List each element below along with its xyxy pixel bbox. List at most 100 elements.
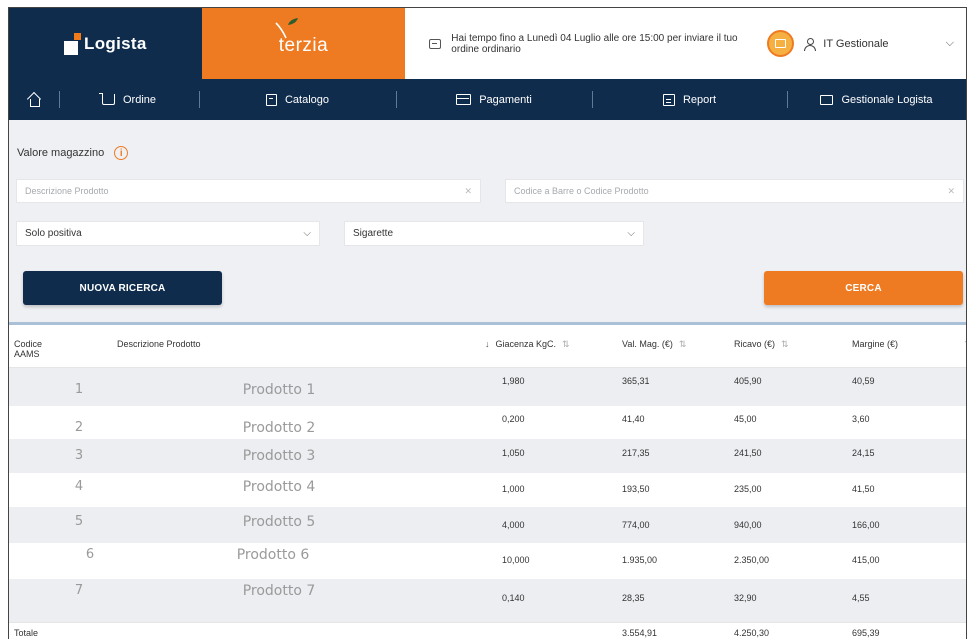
row-margine: 24,15: [852, 448, 875, 458]
header-ricavo[interactable]: Ricavo (€) ⇅: [734, 339, 789, 349]
row-ricavo: 940,00: [734, 520, 762, 530]
nav-catalogo[interactable]: Catalogo: [199, 79, 396, 120]
logista-logo[interactable]: Logista: [9, 8, 202, 79]
page-title-row: Valore magazzino i: [17, 146, 129, 160]
top-bar: Logista terzia Hai tempo fino a Lunedì 0…: [9, 8, 966, 79]
row-margine: 4,55: [852, 593, 870, 603]
row-code: 2: [74, 420, 84, 435]
nav-pagamenti[interactable]: Pagamenti: [396, 79, 592, 120]
row-description: Prodotto 1: [242, 382, 316, 398]
logista-mark-icon: [64, 32, 82, 55]
row-giacenza: 4,000: [502, 520, 525, 530]
table-row[interactable]: 2 Prodotto 2 0,200 41,40 45,00 3,60: [9, 406, 966, 439]
monitor-icon: [820, 94, 834, 105]
total-margine: 695,39: [852, 628, 880, 638]
row-code: 4: [74, 479, 84, 494]
user-icon: [804, 37, 817, 51]
table-row[interactable]: 3 Prodotto 3 1,050 217,35 241,50 24,15: [9, 439, 966, 473]
row-description: Prodotto 6: [236, 547, 310, 563]
nav-gestionale-logista[interactable]: Gestionale Logista: [787, 79, 966, 120]
nav-report[interactable]: Report: [592, 79, 787, 120]
header-valore[interactable]: Val. Mag. (€) ⇅: [622, 339, 686, 349]
table-row[interactable]: 4 Prodotto 4 1,000 193,50 235,00 41,50: [9, 473, 966, 507]
row-description: Prodotto 7: [242, 583, 316, 599]
row-ricavo: 2.350,00: [734, 555, 770, 565]
header-description[interactable]: Descrizione Prodotto: [117, 339, 201, 349]
cart-icon: [98, 93, 115, 105]
header-giacenza[interactable]: ↓ Giacenza KgC. ⇅: [485, 339, 570, 349]
row-margine: 41,50: [852, 484, 875, 494]
nav-catalogo-label: Catalogo: [284, 93, 330, 106]
row-ricavo: 32,90: [734, 593, 757, 603]
chevron-down-icon: ⌵: [303, 228, 311, 239]
row-giacenza: 1,000: [502, 484, 525, 494]
main-content: Valore magazzino i Descrizione Prodotto …: [9, 120, 966, 639]
table-row[interactable]: 1 Prodotto 1 1,980 365,31 405,90 40,59: [9, 368, 966, 406]
row-margine: 166,00: [852, 520, 880, 530]
row-margine: 3,60: [852, 414, 870, 424]
header-code[interactable]: Codice AAMS: [14, 339, 54, 359]
clear-icon[interactable]: ✕: [947, 186, 955, 197]
category-select[interactable]: Sigarette ⌵: [344, 221, 644, 246]
stock-filter-select[interactable]: Solo positiva ⌵: [16, 221, 320, 246]
order-notice-text: Hai tempo fino a Lunedì 04 Luglio alle o…: [451, 32, 738, 55]
row-code: 7: [74, 583, 84, 598]
sort-icon: ⇅: [781, 339, 789, 349]
row-description: Prodotto 4: [242, 479, 316, 495]
page-title: Valore magazzino: [17, 147, 105, 159]
header-valore-label: Val. Mag. (€): [622, 339, 673, 349]
category-value: Sigarette: [353, 228, 394, 239]
barcode-search-input[interactable]: Codice a Barre o Codice Prodotto ✕: [505, 179, 964, 203]
row-giacenza: 0,200: [502, 414, 525, 424]
table-row[interactable]: 7 Prodotto 7 0,140 28,35 32,90 4,55: [9, 579, 966, 622]
header-margine[interactable]: Margine (€) ⇅: [852, 339, 966, 349]
table-row[interactable]: 5 Prodotto 5 4,000 774,00 940,00 166,00: [9, 507, 966, 543]
row-valore: 1.935,00: [622, 555, 658, 565]
row-description: Prodotto 5: [242, 514, 316, 530]
nav-report-label: Report: [682, 93, 717, 106]
row-code: 1: [74, 382, 84, 397]
description-search-input[interactable]: Descrizione Prodotto ✕: [16, 179, 481, 203]
description-placeholder: Descrizione Prodotto: [25, 186, 109, 196]
report-icon: [662, 93, 675, 106]
user-menu[interactable]: IT Gestionale ⌵: [794, 8, 966, 79]
main-nav: Ordine Catalogo Pagamenti Report Gestion…: [9, 79, 966, 120]
clear-icon[interactable]: ✕: [464, 186, 472, 197]
nav-ordine[interactable]: Ordine: [59, 79, 199, 120]
sort-icon: ⇅: [562, 339, 570, 349]
stock-filter-value: Solo positiva: [25, 228, 82, 239]
catalog-icon: [265, 93, 277, 106]
sort-icon: ⇅: [964, 339, 966, 349]
total-ricavo: 4.250,30: [734, 628, 770, 638]
leaf-icon: [275, 18, 298, 39]
row-code: 5: [74, 514, 84, 529]
row-valore: 41,40: [622, 414, 645, 424]
info-icon[interactable]: i: [114, 146, 129, 160]
mail-badge-icon[interactable]: [767, 30, 795, 57]
nav-pagamenti-label: Pagamenti: [479, 93, 532, 106]
order-notice: Hai tempo fino a Lunedì 04 Luglio alle o…: [405, 8, 795, 79]
row-giacenza: 0,140: [502, 593, 525, 603]
header-ricavo-label: Ricavo (€): [734, 339, 776, 349]
stock-table: Codice AAMS Descrizione Prodotto ↓ Giacen…: [9, 325, 966, 639]
table-header: Codice AAMS Descrizione Prodotto ↓ Giacen…: [9, 325, 966, 368]
row-ricavo: 405,90: [734, 376, 762, 386]
header-giacenza-label: Giacenza KgC.: [495, 339, 557, 349]
row-giacenza: 10,000: [502, 555, 530, 565]
total-valore: 3.554,91: [622, 628, 658, 638]
row-ricavo: 241,50: [734, 448, 762, 458]
row-giacenza: 1,050: [502, 448, 525, 458]
row-code: 6: [85, 547, 95, 562]
nav-home[interactable]: [9, 79, 59, 120]
sort-arrow-icon: ↓: [485, 339, 490, 349]
terzia-logo[interactable]: terzia: [201, 8, 406, 79]
row-valore: 28,35: [622, 593, 645, 603]
nav-ordine-label: Ordine: [122, 93, 157, 106]
row-margine: 40,59: [852, 376, 875, 386]
new-search-button[interactable]: NUOVA RICERCA: [23, 271, 222, 305]
sort-icon: ⇅: [678, 339, 687, 349]
search-button[interactable]: CERCA: [764, 271, 963, 305]
row-giacenza: 1,980: [502, 376, 525, 386]
nav-gestionale-label: Gestionale Logista: [841, 93, 933, 106]
table-row[interactable]: 6 Prodotto 6 10,000 1.935,00 2.350,00 41…: [9, 543, 966, 579]
